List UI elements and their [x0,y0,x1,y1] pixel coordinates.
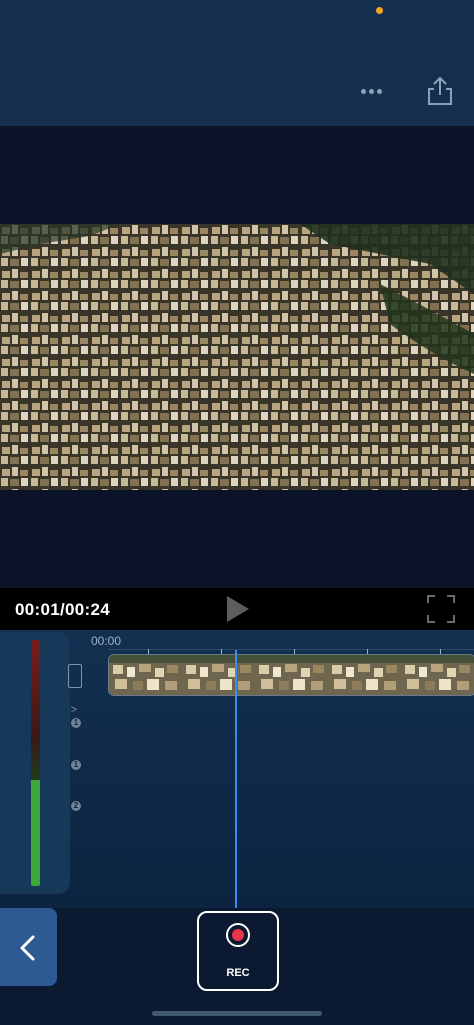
play-icon[interactable] [224,594,252,624]
clip-edit-icon[interactable] [68,664,82,688]
audio-level-peak-zone [31,640,40,780]
record-button[interactable]: REC [197,911,279,991]
audio-level-meter [31,640,40,886]
more-options-icon[interactable] [358,84,384,98]
fullscreen-icon[interactable] [426,594,456,624]
playback-time: 00:01/00:24 [15,600,110,619]
record-label: REC [226,967,250,979]
top-bar [0,0,474,126]
audio-level-fill [31,780,40,886]
track-badge: 1 [71,760,81,770]
share-icon[interactable] [426,75,454,107]
video-frame [0,224,474,490]
video-clip-track[interactable] [108,654,474,696]
status-indicator-dot [376,7,383,14]
record-icon [226,923,250,947]
home-indicator [152,1011,322,1016]
chevron-left-icon [20,935,35,961]
back-button[interactable] [0,908,57,986]
playhead[interactable] [235,650,237,908]
chevron-right-icon[interactable]: > [68,704,80,716]
record-dot [232,929,244,941]
timeline-ruler [108,649,474,650]
track-badge: 2 [71,801,81,811]
timeline-ruler-label: 00:00 [91,634,122,648]
track-badge: 1 [71,718,81,728]
